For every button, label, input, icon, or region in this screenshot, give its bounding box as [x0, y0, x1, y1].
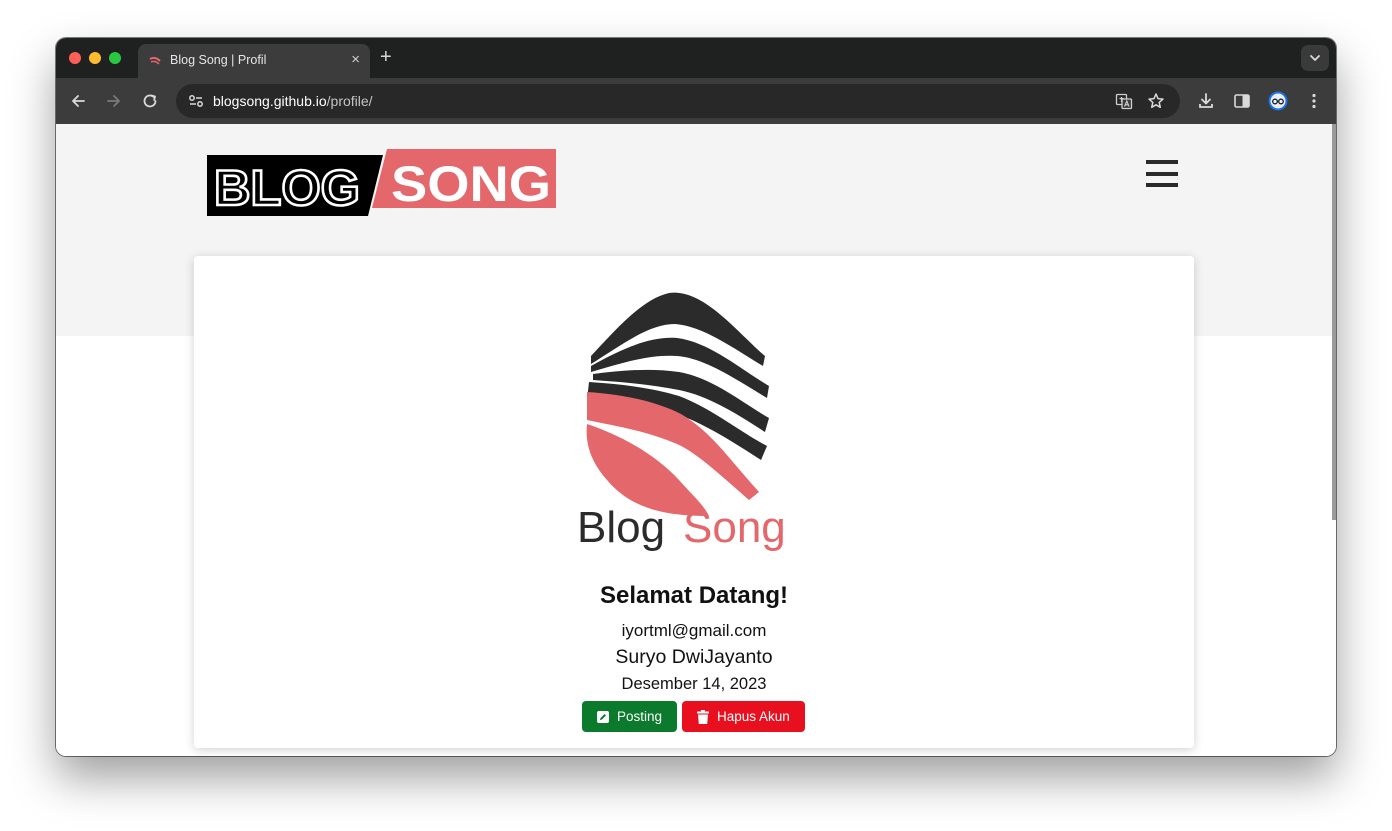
browser-tab-active[interactable]: Blog Song | Profil ×	[138, 44, 370, 78]
page-viewport: BLOG SONG Blog Song Selamat Datang! iyor…	[56, 124, 1336, 756]
logo-text-blog: BLOG	[214, 160, 360, 216]
address-bar[interactable]: blogsong.github.io/profile/	[176, 84, 1180, 118]
menu-kebab-icon[interactable]	[1304, 91, 1324, 111]
window-minimize-button[interactable]	[89, 52, 101, 64]
window-maximize-button[interactable]	[109, 52, 121, 64]
tab-search-button[interactable]	[1301, 45, 1329, 71]
browser-window: Blog Song | Profil × + blogsong.github.i…	[56, 38, 1336, 756]
reload-icon[interactable]	[140, 91, 160, 111]
window-close-button[interactable]	[69, 52, 81, 64]
translate-icon[interactable]	[1115, 92, 1133, 110]
browser-toolbar: blogsong.github.io/profile/	[56, 78, 1336, 124]
brand-name-blog: Blog	[579, 503, 665, 552]
posting-button-label: Posting	[617, 709, 663, 724]
tab-title: Blog Song | Profil	[170, 53, 267, 67]
page-scrollbar[interactable]	[1332, 124, 1336, 520]
download-icon[interactable]	[1196, 91, 1216, 111]
new-tab-button[interactable]: +	[380, 47, 392, 67]
profile-card: Blog Song Selamat Datang! iyortml@gmail.…	[194, 256, 1194, 748]
tab-close-icon[interactable]: ×	[351, 52, 360, 68]
profile-avatar-icon[interactable]	[1268, 91, 1288, 111]
hamburger-menu-icon[interactable]	[1146, 160, 1178, 187]
site-favicon-icon	[149, 56, 161, 65]
forward-arrow-icon[interactable]	[104, 91, 124, 111]
bookmark-star-icon[interactable]	[1147, 92, 1165, 110]
profile-name: Suryo DwiJayanto	[615, 646, 773, 668]
posting-button[interactable]: Posting	[582, 701, 677, 732]
trash-icon	[697, 709, 709, 724]
site-settings-icon[interactable]	[186, 91, 206, 111]
logo-text-song: SONG	[391, 156, 551, 212]
tab-strip: Blog Song | Profil × +	[56, 38, 1336, 78]
welcome-heading: Selamat Datang!	[599, 582, 789, 609]
chevron-down-icon	[1310, 55, 1320, 61]
delete-account-button[interactable]: Hapus Akun	[682, 701, 805, 732]
edit-square-icon	[597, 710, 609, 723]
profile-joined-date: Desember 14, 2023	[621, 675, 767, 693]
blogsong-brand-logo: Blog Song	[579, 292, 786, 552]
brand-name-song: Song	[683, 503, 786, 552]
url-path: /profile/	[326, 93, 373, 109]
side-panel-icon[interactable]	[1232, 91, 1252, 111]
url-text[interactable]: blogsong.github.io/profile/	[213, 93, 373, 109]
profile-email: iyortml@gmail.com	[621, 621, 767, 640]
back-arrow-icon[interactable]	[68, 91, 88, 111]
site-logo[interactable]: BLOG SONG	[207, 149, 556, 216]
delete-account-button-label: Hapus Akun	[717, 709, 790, 724]
url-host: blogsong.github.io	[213, 93, 327, 109]
